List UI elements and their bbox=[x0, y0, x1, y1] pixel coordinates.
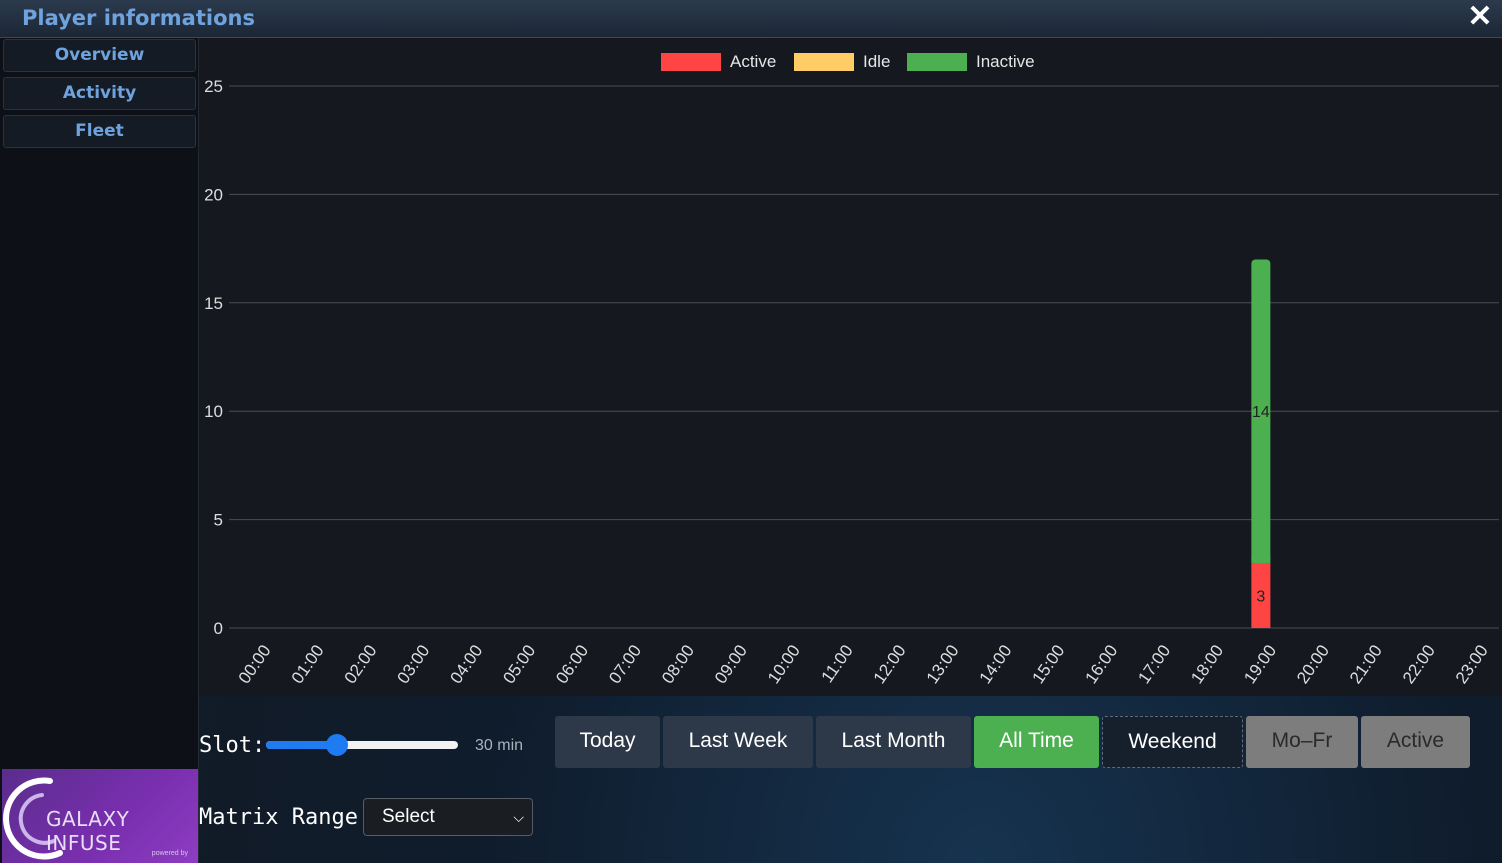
y-tick-label: 10 bbox=[204, 402, 223, 421]
slider-thumb[interactable] bbox=[325, 734, 348, 756]
active-filter-button[interactable]: Active bbox=[1361, 716, 1470, 768]
matrix-range-select[interactable]: Select ⌵ bbox=[363, 798, 533, 836]
x-tick-label: 08:00 bbox=[658, 641, 698, 687]
logo-subtext: powered by bbox=[151, 850, 188, 857]
x-tick-label: 18:00 bbox=[1187, 641, 1227, 687]
sidebar-item-fleet[interactable]: Fleet bbox=[3, 115, 196, 148]
y-tick-label: 25 bbox=[204, 77, 223, 96]
y-tick-label: 0 bbox=[214, 619, 223, 638]
y-tick-label: 5 bbox=[214, 511, 223, 530]
y-tick-label: 15 bbox=[204, 294, 223, 313]
logo-text: GALAXY INFUSE bbox=[46, 807, 130, 855]
x-tick-label: 10:00 bbox=[764, 641, 804, 687]
bar-inactive-base bbox=[1251, 556, 1271, 563]
weekend-button[interactable]: Weekend bbox=[1102, 716, 1243, 768]
slider-fill bbox=[266, 741, 334, 749]
data-label: 3 bbox=[1256, 588, 1265, 605]
x-tick-label: 12:00 bbox=[870, 641, 910, 687]
x-tick-label: 23:00 bbox=[1452, 641, 1492, 687]
legend-swatch-active bbox=[661, 53, 721, 71]
mo-fr-button[interactable]: Mo–Fr bbox=[1246, 716, 1358, 768]
x-tick-label: 07:00 bbox=[605, 641, 645, 687]
sidebar: Overview Activity Fleet bbox=[0, 38, 199, 863]
x-tick-label: 15:00 bbox=[1029, 641, 1069, 687]
legend-swatch-idle bbox=[794, 53, 854, 71]
x-tick-label: 16:00 bbox=[1081, 641, 1121, 687]
galaxy-infuse-logo: GALAXY INFUSE powered by bbox=[2, 769, 198, 863]
legend-swatch-inactive bbox=[907, 53, 967, 71]
chart-svg: 0 5 10 15 20 25 00:00 01:00 02:00 03:00 04:00 05:00… bbox=[204, 52, 1499, 687]
x-tick-label: 14:00 bbox=[976, 641, 1016, 687]
sidebar-item-overview[interactable]: Overview bbox=[3, 39, 196, 72]
legend-label-active: Active bbox=[730, 52, 776, 71]
y-tick-label: 20 bbox=[204, 185, 223, 204]
slot-slider[interactable] bbox=[266, 734, 458, 756]
x-tick-label: 09:00 bbox=[711, 641, 751, 687]
x-tick-label: 02:00 bbox=[341, 641, 381, 687]
activity-chart: 0 5 10 15 20 25 00:00 01:00 02:00 03:00 04:00 05:00… bbox=[199, 38, 1502, 696]
x-tick-label: 03:00 bbox=[394, 641, 434, 687]
slot-label: Slot: bbox=[199, 733, 266, 758]
last-week-button[interactable]: Last Week bbox=[663, 716, 813, 768]
chevron-down-icon: ⌵ bbox=[513, 809, 524, 825]
x-tick-label: 05:00 bbox=[499, 641, 539, 687]
legend-label-idle: Idle bbox=[863, 52, 890, 71]
sidebar-item-activity[interactable]: Activity bbox=[3, 77, 196, 110]
x-tick-label: 04:00 bbox=[446, 641, 486, 687]
legend-label-inactive: Inactive bbox=[976, 52, 1035, 71]
last-month-button[interactable]: Last Month bbox=[816, 716, 971, 768]
title-bar: Player informations ✕ bbox=[0, 0, 1502, 38]
close-icon[interactable]: ✕ bbox=[1466, 2, 1494, 32]
x-tick-label: 00:00 bbox=[235, 641, 275, 687]
window-title: Player informations bbox=[22, 6, 255, 30]
x-tick-label: 06:00 bbox=[552, 641, 592, 687]
matrix-range-value: Select bbox=[382, 806, 435, 827]
matrix-range-label: Matrix Range: bbox=[199, 805, 372, 830]
x-tick-label: 11:00 bbox=[818, 641, 857, 686]
x-tick-label: 20:00 bbox=[1293, 641, 1333, 687]
x-tick-label: 21:00 bbox=[1346, 641, 1386, 687]
x-tick-label: 17:00 bbox=[1134, 641, 1174, 687]
x-tick-label: 13:00 bbox=[923, 641, 963, 687]
data-label: 14 bbox=[1252, 404, 1270, 421]
x-tick-label: 22:00 bbox=[1399, 641, 1439, 687]
all-time-button[interactable]: All Time bbox=[974, 716, 1099, 768]
x-tick-label: 19:00 bbox=[1240, 641, 1280, 687]
slot-value: 30 min bbox=[475, 737, 524, 754]
today-button[interactable]: Today bbox=[555, 716, 660, 768]
x-tick-label: 01:00 bbox=[288, 641, 328, 687]
